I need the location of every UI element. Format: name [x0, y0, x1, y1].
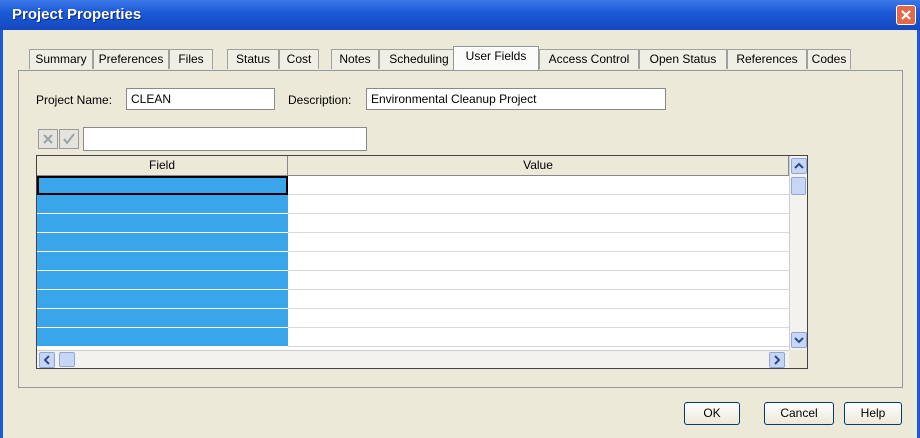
check-icon — [63, 133, 75, 145]
table-row[interactable] — [37, 290, 789, 309]
table-row[interactable] — [37, 233, 789, 252]
tab-files[interactable]: Files — [169, 49, 213, 69]
tab-codes[interactable]: Codes — [807, 49, 851, 69]
value-cell[interactable] — [288, 214, 789, 233]
field-cell[interactable] — [37, 233, 288, 252]
chevron-down-icon — [794, 337, 804, 344]
accept-edit-button[interactable] — [59, 129, 79, 149]
tab-references[interactable]: References — [727, 49, 807, 69]
scroll-right-button[interactable] — [769, 352, 785, 368]
scroll-corner — [789, 350, 807, 368]
column-header-value[interactable]: Value — [288, 156, 789, 176]
user-fields-grid: Field Value — [36, 155, 808, 369]
tab-user-fields[interactable]: User Fields — [453, 46, 539, 70]
window-title: Project Properties — [12, 6, 142, 23]
field-cell[interactable] — [37, 252, 288, 271]
field-cell[interactable] — [37, 271, 288, 290]
value-edit-field[interactable] — [83, 127, 367, 151]
description-field[interactable]: Environmental Cleanup Project — [366, 88, 666, 110]
value-cell[interactable] — [288, 252, 789, 271]
title-bar: Project Properties — [0, 0, 920, 30]
value-cell[interactable] — [288, 195, 789, 214]
value-cell[interactable] — [288, 176, 789, 195]
table-row[interactable] — [37, 271, 789, 290]
column-header-field[interactable]: Field — [37, 156, 288, 176]
close-icon — [901, 10, 911, 20]
tab-scheduling[interactable]: Scheduling — [379, 49, 459, 69]
table-row[interactable] — [37, 176, 789, 195]
project-name-label: Project Name: — [36, 93, 113, 107]
table-row[interactable] — [37, 195, 789, 214]
vertical-scrollbar[interactable] — [789, 156, 807, 350]
field-cell[interactable] — [37, 290, 288, 309]
field-cell[interactable] — [37, 328, 288, 347]
field-cell[interactable] — [37, 214, 288, 233]
value-cell[interactable] — [288, 309, 789, 328]
ok-button[interactable]: OK — [684, 402, 740, 425]
scroll-left-button[interactable] — [39, 352, 55, 368]
value-cell[interactable] — [288, 233, 789, 252]
field-cell[interactable] — [37, 176, 288, 195]
table-row[interactable] — [37, 328, 789, 347]
horizontal-scroll-thumb[interactable] — [59, 352, 75, 367]
horizontal-scrollbar[interactable] — [37, 350, 789, 368]
scroll-up-button[interactable] — [791, 158, 807, 174]
tab-notes[interactable]: Notes — [331, 49, 379, 69]
tab-preferences[interactable]: Preferences — [93, 49, 169, 69]
vertical-scroll-thumb[interactable] — [791, 177, 806, 195]
tab-summary[interactable]: Summary — [29, 49, 93, 69]
cancel-button[interactable]: Cancel — [764, 402, 834, 425]
cancel-edit-button[interactable] — [38, 129, 58, 149]
tab-access-control[interactable]: Access Control — [539, 49, 639, 69]
window-border-left — [0, 30, 3, 438]
chevron-right-icon — [774, 355, 781, 365]
x-icon — [43, 134, 53, 144]
help-button[interactable]: Help — [844, 402, 902, 425]
value-cell[interactable] — [288, 328, 789, 347]
close-button[interactable] — [896, 5, 916, 25]
description-label: Description: — [288, 93, 352, 107]
tab-status[interactable]: Status — [227, 49, 279, 69]
chevron-left-icon — [43, 355, 50, 365]
project-name-field[interactable]: CLEAN — [126, 88, 275, 110]
table-row[interactable] — [37, 252, 789, 271]
chevron-up-icon — [794, 162, 804, 169]
table-row[interactable] — [37, 214, 789, 233]
scroll-down-button[interactable] — [791, 332, 807, 348]
tab-open-status[interactable]: Open Status — [639, 49, 727, 69]
table-row[interactable] — [37, 309, 789, 328]
tab-cost[interactable]: Cost — [279, 49, 319, 69]
field-cell[interactable] — [37, 309, 288, 328]
value-cell[interactable] — [288, 290, 789, 309]
field-cell[interactable] — [37, 195, 288, 214]
value-cell[interactable] — [288, 271, 789, 290]
